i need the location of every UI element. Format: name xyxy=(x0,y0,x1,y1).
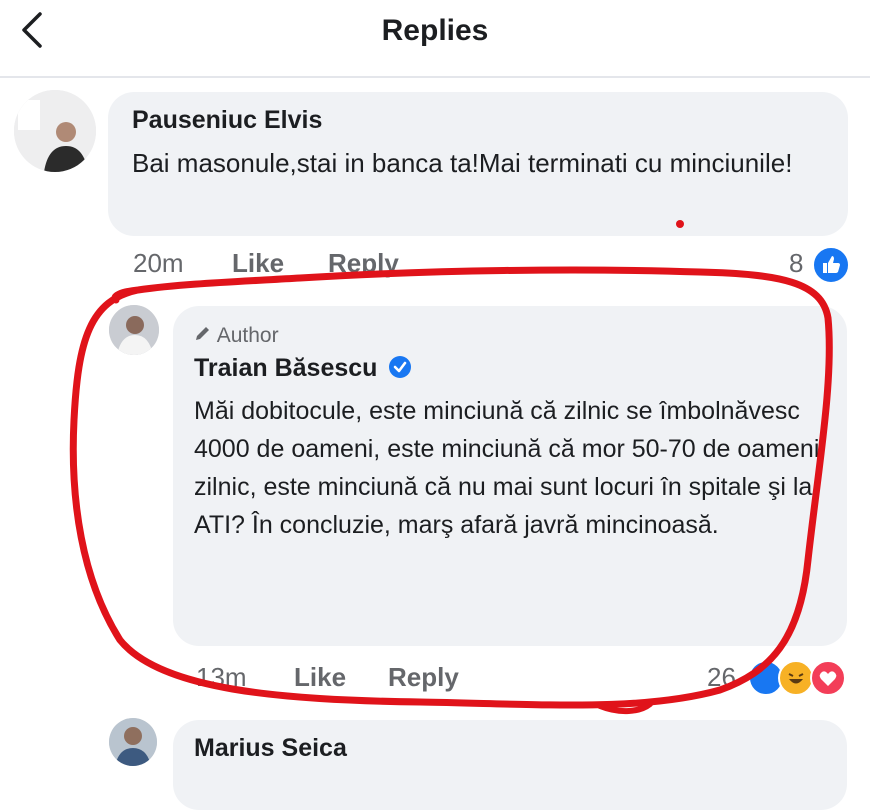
top-bar: Replies xyxy=(0,0,870,78)
commenter-name[interactable]: Pauseniuc Elvis xyxy=(132,106,322,135)
commenter-name-row: Traian Băsescu xyxy=(194,354,412,384)
reply-button[interactable]: Reply xyxy=(328,248,399,279)
reaction-summary[interactable]: 8 xyxy=(789,248,803,279)
avatar[interactable] xyxy=(109,718,157,766)
like-reaction-icon xyxy=(812,246,850,284)
avatar[interactable] xyxy=(109,305,159,355)
reaction-count: 8 xyxy=(789,248,804,278)
comment-timestamp[interactable]: 20m xyxy=(133,248,184,279)
haha-reaction-icon xyxy=(778,660,814,696)
commenter-name[interactable]: Traian Băsescu xyxy=(194,354,377,382)
reaction-summary[interactable]: 26 xyxy=(707,662,736,693)
commenter-name[interactable]: Marius Seica xyxy=(194,734,347,763)
author-label: Author xyxy=(216,324,279,347)
comment-actions: 20m Like Reply xyxy=(133,248,533,280)
reply-button[interactable]: Reply xyxy=(388,662,459,693)
comment-timestamp[interactable]: 13m xyxy=(196,662,247,693)
pencil-icon xyxy=(194,324,212,348)
like-button[interactable]: Like xyxy=(232,248,284,279)
love-reaction-icon xyxy=(810,660,846,696)
reaction-count: 26 xyxy=(707,662,736,692)
verified-badge-icon xyxy=(388,355,412,384)
avatar[interactable] xyxy=(14,90,96,172)
like-button[interactable]: Like xyxy=(294,662,346,693)
comment-text: Bai masonule,stai in banca ta!Mai termin… xyxy=(132,148,793,178)
author-badge: Author xyxy=(194,324,279,348)
comment-bubble: Author Traian Băsescu Măi dobitocule, es… xyxy=(173,306,847,646)
page-title: Replies xyxy=(381,14,489,47)
comment-bubble: Pauseniuc Elvis Bai masonule,stai in ban… xyxy=(108,92,848,236)
comment-bubble: Marius Seica xyxy=(173,720,847,810)
comment-actions: 13m Like Reply xyxy=(196,662,596,694)
comment-text: Măi dobitocule, este minciună că zilnic … xyxy=(194,397,820,539)
